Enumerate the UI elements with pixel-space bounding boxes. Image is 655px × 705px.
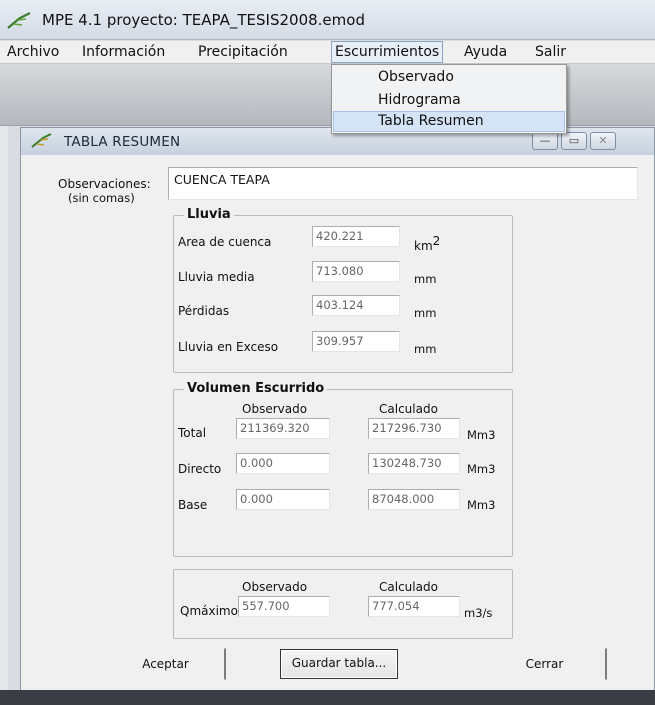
qmax-unit: m3/s <box>464 606 493 620</box>
base-unit: Mm3 <box>467 498 496 512</box>
base-label: Base <box>178 498 208 512</box>
volumen-col-calculado: Calculado <box>379 402 438 416</box>
directo-calculado-field[interactable]: 130248.730 <box>368 453 460 474</box>
total-observado-field[interactable]: 211369.320 <box>236 418 330 439</box>
restore-button[interactable]: ▭ <box>561 132 587 150</box>
lluvia-group: Lluvia Area de cuenca 420.221 km2 Lluvia… <box>173 207 513 373</box>
child-window-body: Observaciones: (sin comas) CUENCA TEAPA … <box>21 155 654 690</box>
tabla-resumen-window: TABLA RESUMEN — ▭ ✕ Observaciones: (sin … <box>20 127 655 690</box>
exceso-label: Lluvia en Exceso <box>178 340 279 354</box>
exceso-unit: mm <box>414 342 437 356</box>
minimize-button[interactable]: — <box>532 132 558 150</box>
aceptar-button[interactable]: Aceptar <box>106 648 226 680</box>
directo-label: Directo <box>178 462 222 476</box>
child-window-title: TABLA RESUMEN <box>64 134 181 150</box>
menu-archivo[interactable]: Archivo <box>4 41 62 63</box>
qmax-col-observado: Observado <box>242 580 308 594</box>
lluvia-group-title: Lluvia <box>184 207 234 222</box>
area-label: Area de cuenca <box>178 235 272 249</box>
guardar-tabla-button[interactable]: Guardar tabla... <box>280 649 398 679</box>
area-unit-exponent: 2 <box>432 234 441 248</box>
menu-bar: Archivo Información Precipitación Escurr… <box>0 41 655 64</box>
cerrar-button[interactable]: Cerrar <box>483 648 607 680</box>
lluvia-media-field[interactable]: 713.080 <box>312 261 400 282</box>
dropdown-item-observado[interactable]: Observado <box>333 67 565 88</box>
dropdown-item-hidrograma[interactable]: Hidrograma <box>333 90 565 111</box>
area-unit-base: km <box>414 239 433 253</box>
window-title: MPE 4.1 proyecto: TEAPA_TESIS2008.emod <box>42 11 365 29</box>
observaciones-input[interactable]: CUENCA TEAPA <box>168 167 638 200</box>
volumen-group: Volumen Escurrido Observado Calculado To… <box>173 381 513 557</box>
main-window: MPE 4.1 proyecto: TEAPA_TESIS2008.emod A… <box>0 0 655 705</box>
escurrimientos-dropdown: Observado Hidrograma Tabla Resumen <box>331 64 567 134</box>
title-bar[interactable]: MPE 4.1 proyecto: TEAPA_TESIS2008.emod <box>0 0 655 40</box>
exceso-field[interactable]: 309.957 <box>312 331 400 352</box>
base-observado-field[interactable]: 0.000 <box>236 489 330 510</box>
menu-escurrimientos[interactable]: Escurrimientos <box>331 41 444 63</box>
lluvia-media-label: Lluvia media <box>178 270 255 284</box>
lluvia-media-unit: mm <box>414 272 437 286</box>
close-button[interactable]: ✕ <box>590 132 616 150</box>
qmax-observado-field[interactable]: 557.700 <box>238 596 330 617</box>
app-icon <box>31 133 52 148</box>
total-unit: Mm3 <box>467 428 496 442</box>
bottom-edge <box>0 690 655 705</box>
dropdown-item-tabla-resumen[interactable]: Tabla Resumen <box>333 111 565 132</box>
volumen-col-observado: Observado <box>242 402 308 416</box>
qmax-col-calculado: Calculado <box>379 580 438 594</box>
total-label: Total <box>178 426 207 440</box>
qmax-group: Observado Calculado Qmáximo 557.700 777.… <box>173 569 513 639</box>
directo-unit: Mm3 <box>467 462 496 476</box>
observaciones-label: Observaciones: <box>58 177 151 191</box>
perdidas-unit: mm <box>414 306 437 320</box>
menu-ayuda[interactable]: Ayuda <box>461 41 510 63</box>
base-calculado-field[interactable]: 87048.000 <box>368 489 460 510</box>
area-unit: km2 <box>414 234 440 253</box>
observaciones-hint: (sin comas) <box>68 191 135 205</box>
qmax-calculado-field[interactable]: 777.054 <box>368 596 460 617</box>
volumen-group-title: Volumen Escurrido <box>184 381 328 396</box>
menu-precipitacion[interactable]: Precipitación <box>195 41 291 63</box>
perdidas-label: Pérdidas <box>178 304 230 318</box>
perdidas-field[interactable]: 403.124 <box>312 295 400 316</box>
qmax-label: Qmáximo <box>180 604 238 618</box>
area-field[interactable]: 420.221 <box>312 226 400 247</box>
menu-salir[interactable]: Salir <box>532 41 569 63</box>
app-icon <box>7 12 31 29</box>
menu-informacion[interactable]: Información <box>79 41 168 63</box>
total-calculado-field[interactable]: 217296.730 <box>368 418 460 439</box>
directo-observado-field[interactable]: 0.000 <box>236 453 330 474</box>
mdi-client-edge <box>0 126 8 705</box>
